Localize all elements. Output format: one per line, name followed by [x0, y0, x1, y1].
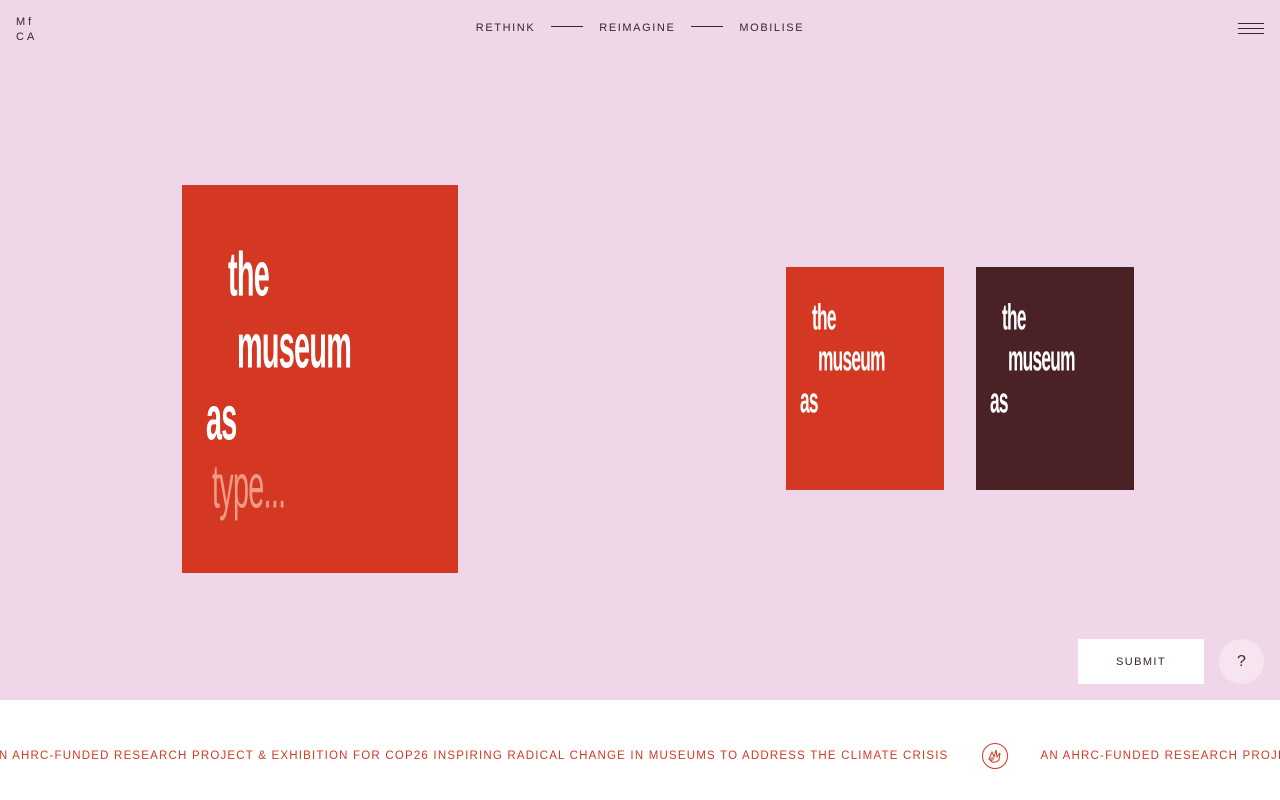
card-word-as: as — [206, 385, 237, 454]
marquee-banner: AN AHRC-FUNDED RESEARCH PROJECT & EXHIBI… — [0, 700, 1280, 800]
card-word-the: the — [1002, 298, 1026, 339]
main-type-card[interactable]: the museum as type... — [182, 185, 458, 573]
help-button[interactable]: ? — [1219, 639, 1264, 684]
marquee-track: AN AHRC-FUNDED RESEARCH PROJECT & EXHIBI… — [0, 742, 1280, 770]
card-word-museum: museum — [237, 313, 352, 382]
hamburger-menu-icon[interactable] — [1238, 23, 1264, 37]
color-option-dark-card[interactable]: the museum as — [976, 267, 1134, 490]
card-word-the: the — [228, 241, 270, 310]
hand-logo-icon — [981, 742, 1009, 770]
card-word-museum: museum — [1008, 339, 1075, 380]
top-nav: RETHINK REIMAGINE MOBILISE — [0, 22, 1280, 34]
card-word-museum: museum — [818, 339, 885, 380]
nav-item-reimagine[interactable]: REIMAGINE — [599, 22, 675, 34]
nav-divider — [551, 25, 584, 27]
marquee-text: AN AHRC-FUNDED RESEARCH PROJECT & EXHIBI… — [0, 750, 949, 762]
nav-item-mobilise[interactable]: MOBILISE — [739, 22, 804, 34]
card-word-as: as — [800, 381, 818, 422]
nav-item-rethink[interactable]: RETHINK — [476, 22, 535, 34]
marquee-text: AN AHRC-FUNDED RESEARCH PROJECT & EXHIBI… — [1040, 750, 1280, 762]
nav-divider — [691, 25, 724, 27]
card-word-as: as — [990, 381, 1008, 422]
type-input-placeholder[interactable]: type... — [212, 453, 286, 523]
color-option-red-card[interactable]: the museum as — [786, 267, 944, 490]
card-word-the: the — [812, 298, 836, 339]
submit-button[interactable]: SUBMIT — [1078, 639, 1204, 684]
